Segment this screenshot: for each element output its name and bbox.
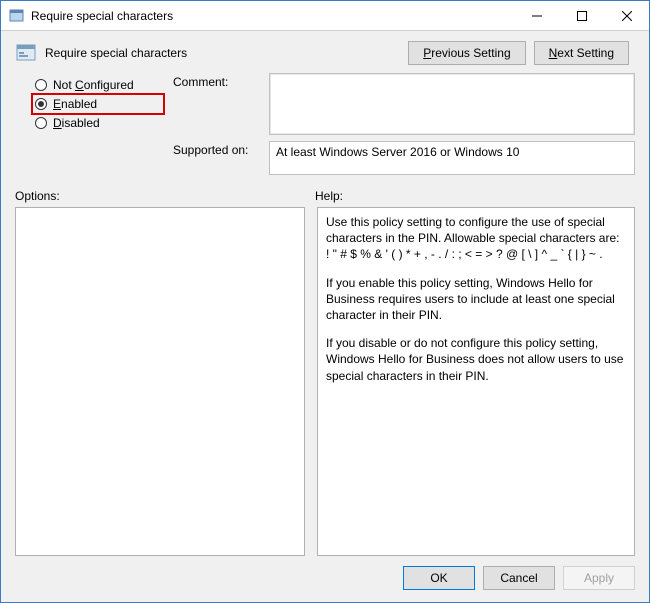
- radio-disabled[interactable]: Disabled: [33, 115, 163, 131]
- titlebar: Require special characters: [1, 1, 649, 31]
- comment-label: Comment:: [173, 73, 261, 89]
- panes: Use this policy setting to configure the…: [1, 207, 649, 556]
- help-paragraph: Use this policy setting to configure the…: [326, 214, 626, 263]
- window-title: Require special characters: [31, 9, 514, 23]
- field-column: Comment: Supported on: At least Windows …: [173, 73, 635, 175]
- cancel-button[interactable]: Cancel: [483, 566, 555, 590]
- dialog-title: Require special characters: [45, 46, 400, 60]
- help-paragraph: If you disable or do not configure this …: [326, 335, 626, 384]
- minimize-button[interactable]: [514, 1, 559, 31]
- help-paragraph: If you enable this policy setting, Windo…: [326, 275, 626, 324]
- header: Require special characters Previous Sett…: [1, 31, 649, 71]
- radio-icon: [35, 98, 47, 110]
- supported-on-value: At least Windows Server 2016 or Windows …: [269, 141, 635, 175]
- app-icon: [9, 8, 25, 24]
- comment-input[interactable]: [269, 73, 635, 135]
- window: Require special characters Require speci…: [0, 0, 650, 603]
- maximize-button[interactable]: [559, 1, 604, 31]
- footer: OK Cancel Apply: [1, 556, 649, 602]
- help-label: Help:: [315, 189, 635, 203]
- radio-not-configured[interactable]: Not Configured: [33, 77, 163, 93]
- options-label: Options:: [15, 189, 315, 203]
- close-button[interactable]: [604, 1, 649, 31]
- nav-buttons: Previous Setting Next Setting: [408, 41, 629, 65]
- previous-setting-button[interactable]: Previous Setting: [408, 41, 525, 65]
- supported-block: Supported on: At least Windows Server 20…: [173, 141, 635, 175]
- options-pane[interactable]: [15, 207, 305, 556]
- policy-icon: [15, 42, 37, 64]
- help-pane[interactable]: Use this policy setting to configure the…: [317, 207, 635, 556]
- state-radios: Not Configured Enabled Disabled: [33, 73, 163, 175]
- section-labels: Options: Help:: [1, 179, 649, 207]
- radio-label: Disabled: [53, 116, 100, 130]
- radio-enabled[interactable]: Enabled: [33, 95, 163, 113]
- supported-on-label: Supported on:: [173, 141, 261, 157]
- radio-icon: [35, 117, 47, 129]
- radio-label: Enabled: [53, 97, 97, 111]
- ok-button[interactable]: OK: [403, 566, 475, 590]
- next-setting-button[interactable]: Next Setting: [534, 41, 629, 65]
- radio-label: Not Configured: [53, 78, 134, 92]
- settings-row: Not Configured Enabled Disabled Comment:…: [1, 71, 649, 179]
- comment-block: Comment:: [173, 73, 635, 135]
- radio-icon: [35, 79, 47, 91]
- apply-button[interactable]: Apply: [563, 566, 635, 590]
